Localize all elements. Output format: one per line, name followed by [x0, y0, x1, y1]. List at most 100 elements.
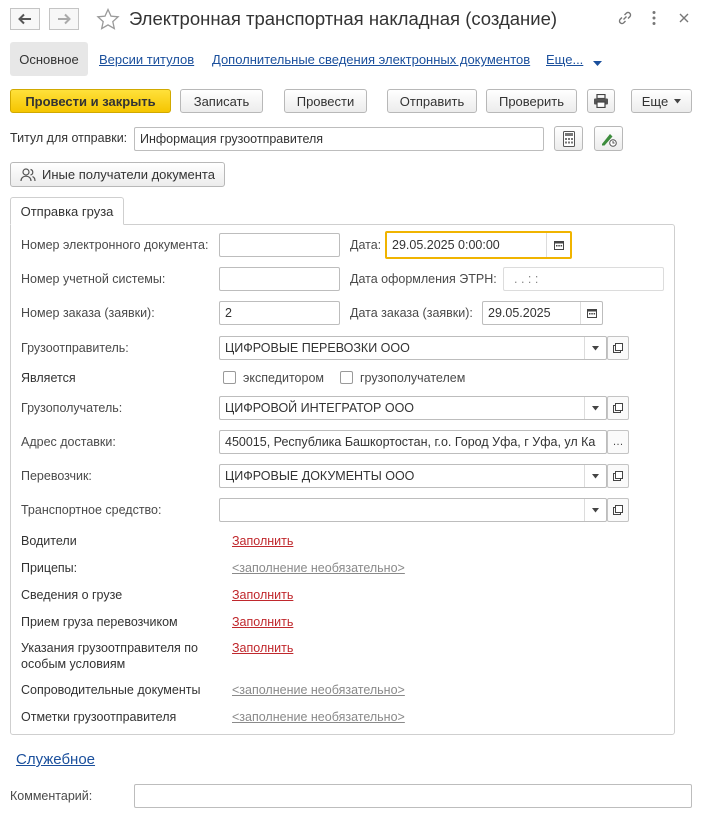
back-button[interactable] — [10, 8, 40, 30]
check-button[interactable]: Проверить — [486, 89, 577, 113]
other-recipients-label: Иные получатели документа — [42, 167, 215, 182]
shipper-marks-optional-link[interactable]: <заполнение необязательно> — [232, 710, 405, 724]
consignee-checkbox[interactable] — [340, 371, 353, 384]
order-date-field[interactable]: 29.05.2025 — [482, 301, 603, 325]
carrier-dropdown-button[interactable] — [584, 465, 606, 487]
print-button[interactable] — [587, 89, 615, 113]
etrn-date-label: Дата оформления ЭТРН: — [350, 272, 497, 286]
accompanying-docs-label: Сопроводительные документы — [21, 683, 201, 697]
title-to-send-field[interactable]: Информация грузоотправителя — [134, 127, 544, 151]
accompanying-docs-optional-link[interactable]: <заполнение необязательно> — [232, 683, 405, 697]
doc-number-field[interactable] — [219, 233, 340, 257]
date-field[interactable]: 29.05.2025 0:00:00 — [385, 231, 572, 259]
order-number-field[interactable]: 2 — [219, 301, 340, 325]
shipper-marks-label: Отметки грузоотправителя — [21, 710, 177, 724]
people-icon — [20, 167, 36, 181]
forward-button[interactable] — [49, 8, 79, 30]
trailers-label: Прицепы: — [21, 561, 78, 575]
chevron-down-icon — [592, 405, 599, 410]
star-icon — [96, 7, 120, 30]
back-arrow-icon — [18, 13, 31, 25]
acceptance-fill-link[interactable]: Заполнить — [232, 615, 293, 629]
drivers-label: Водители — [21, 534, 77, 548]
acceptance-label: Прием груза перевозчиком — [21, 615, 178, 629]
more-button-label: Еще — [641, 93, 669, 109]
post-and-close-button[interactable]: Провести и закрыть — [10, 89, 171, 113]
kebab-menu-icon — [652, 11, 656, 25]
other-recipients-button[interactable]: Иные получатели документа — [10, 162, 225, 187]
calculator-button[interactable] — [554, 126, 583, 151]
open-form-icon — [613, 505, 623, 515]
doc-number-label: Номер электронного документа: — [21, 238, 209, 252]
is-label: Является — [21, 371, 76, 385]
vehicle-dropdown-button[interactable] — [584, 499, 606, 521]
copy-link-button[interactable] — [616, 9, 634, 27]
account-number-label: Номер учетной системы: — [21, 272, 166, 286]
instructions-fill-link[interactable]: Заполнить — [232, 641, 293, 655]
more-actions-button[interactable] — [648, 9, 660, 27]
shipper-field[interactable]: ЦИФРОВЫЕ ПЕРЕВОЗКИ ООО — [219, 336, 607, 360]
vehicle-open-button[interactable] — [607, 498, 629, 522]
consignee-label: Грузополучатель: — [21, 401, 123, 415]
chevron-down-icon — [593, 61, 602, 66]
etrn-date-field[interactable]: . . : : — [503, 267, 664, 291]
instructions-label-line1: Указания грузоотправителя по — [21, 641, 198, 655]
link-icon — [618, 11, 632, 25]
shipper-label: Грузоотправитель: — [21, 341, 129, 355]
tab-additional-info[interactable]: Дополнительные сведения электронных доку… — [212, 52, 530, 67]
open-form-icon — [613, 343, 623, 353]
service-group-link[interactable]: Служебное — [16, 751, 95, 768]
calendar-icon — [553, 241, 564, 250]
close-button[interactable] — [676, 10, 692, 26]
carrier-open-button[interactable] — [607, 464, 629, 488]
account-number-field[interactable] — [219, 267, 340, 291]
instructions-label-line2: особым условиям — [21, 657, 126, 671]
order-date-label: Дата заказа (заявки): — [350, 306, 473, 320]
forwarder-checkbox[interactable] — [223, 371, 236, 384]
cargo-info-fill-link[interactable]: Заполнить — [232, 588, 293, 602]
order-date-value: 29.05.2025 — [488, 306, 551, 320]
tab-more-dropdown[interactable] — [593, 56, 602, 70]
carrier-label: Перевозчик: — [21, 469, 92, 483]
chevron-down-icon — [592, 473, 599, 478]
favorite-button[interactable] — [96, 7, 120, 30]
trailers-optional-link[interactable]: <заполнение необязательно> — [232, 561, 405, 575]
forward-arrow-icon — [58, 13, 71, 25]
forwarder-label: экспедитором — [243, 371, 324, 385]
tab-main[interactable]: Основное — [10, 42, 88, 76]
tab-title-versions[interactable]: Версии титулов — [99, 52, 194, 67]
address-label: Адрес доставки: — [21, 435, 116, 449]
edit-signature-icon — [601, 133, 617, 147]
shipper-open-button[interactable] — [607, 336, 629, 360]
address-field[interactable]: 450015, Республика Башкортостан, г.о. Го… — [219, 430, 607, 454]
date-value: 29.05.2025 0:00:00 — [392, 238, 500, 252]
tab-cargo-shipment[interactable]: Отправка груза — [10, 197, 124, 225]
drivers-fill-link[interactable]: Заполнить — [232, 534, 293, 548]
consignee-field[interactable]: ЦИФРОВОЙ ИНТЕГРАТОР ООО — [219, 396, 607, 420]
open-form-icon — [613, 471, 623, 481]
order-number-label: Номер заказа (заявки): — [21, 306, 155, 320]
window-title: Электронная транспортная накладная (созд… — [129, 8, 558, 29]
send-button[interactable]: Отправить — [387, 89, 477, 113]
edit-signature-button[interactable] — [594, 126, 623, 151]
vehicle-field[interactable] — [219, 498, 607, 522]
date-calendar-button[interactable] — [546, 233, 570, 257]
shipper-dropdown-button[interactable] — [584, 337, 606, 359]
tab-more[interactable]: Еще... — [546, 52, 583, 67]
write-button[interactable]: Записать — [180, 89, 263, 113]
chevron-down-icon — [674, 98, 682, 103]
more-button[interactable]: Еще — [631, 89, 692, 113]
comment-field[interactable] — [134, 784, 692, 808]
open-form-icon — [613, 403, 623, 413]
vehicle-label: Транспортное средство: — [21, 503, 162, 517]
calculator-icon — [562, 130, 575, 147]
title-to-send-label: Титул для отправки: — [10, 131, 128, 145]
post-button[interactable]: Провести — [284, 89, 367, 113]
carrier-field[interactable]: ЦИФРОВЫЕ ДОКУМЕНТЫ ООО — [219, 464, 607, 488]
consignee-dropdown-button[interactable] — [584, 397, 606, 419]
address-select-button[interactable]: … — [607, 430, 629, 454]
order-date-calendar-button[interactable] — [580, 302, 602, 324]
close-icon — [679, 13, 689, 23]
consignee-open-button[interactable] — [607, 396, 629, 420]
comment-label: Комментарий: — [10, 789, 93, 803]
